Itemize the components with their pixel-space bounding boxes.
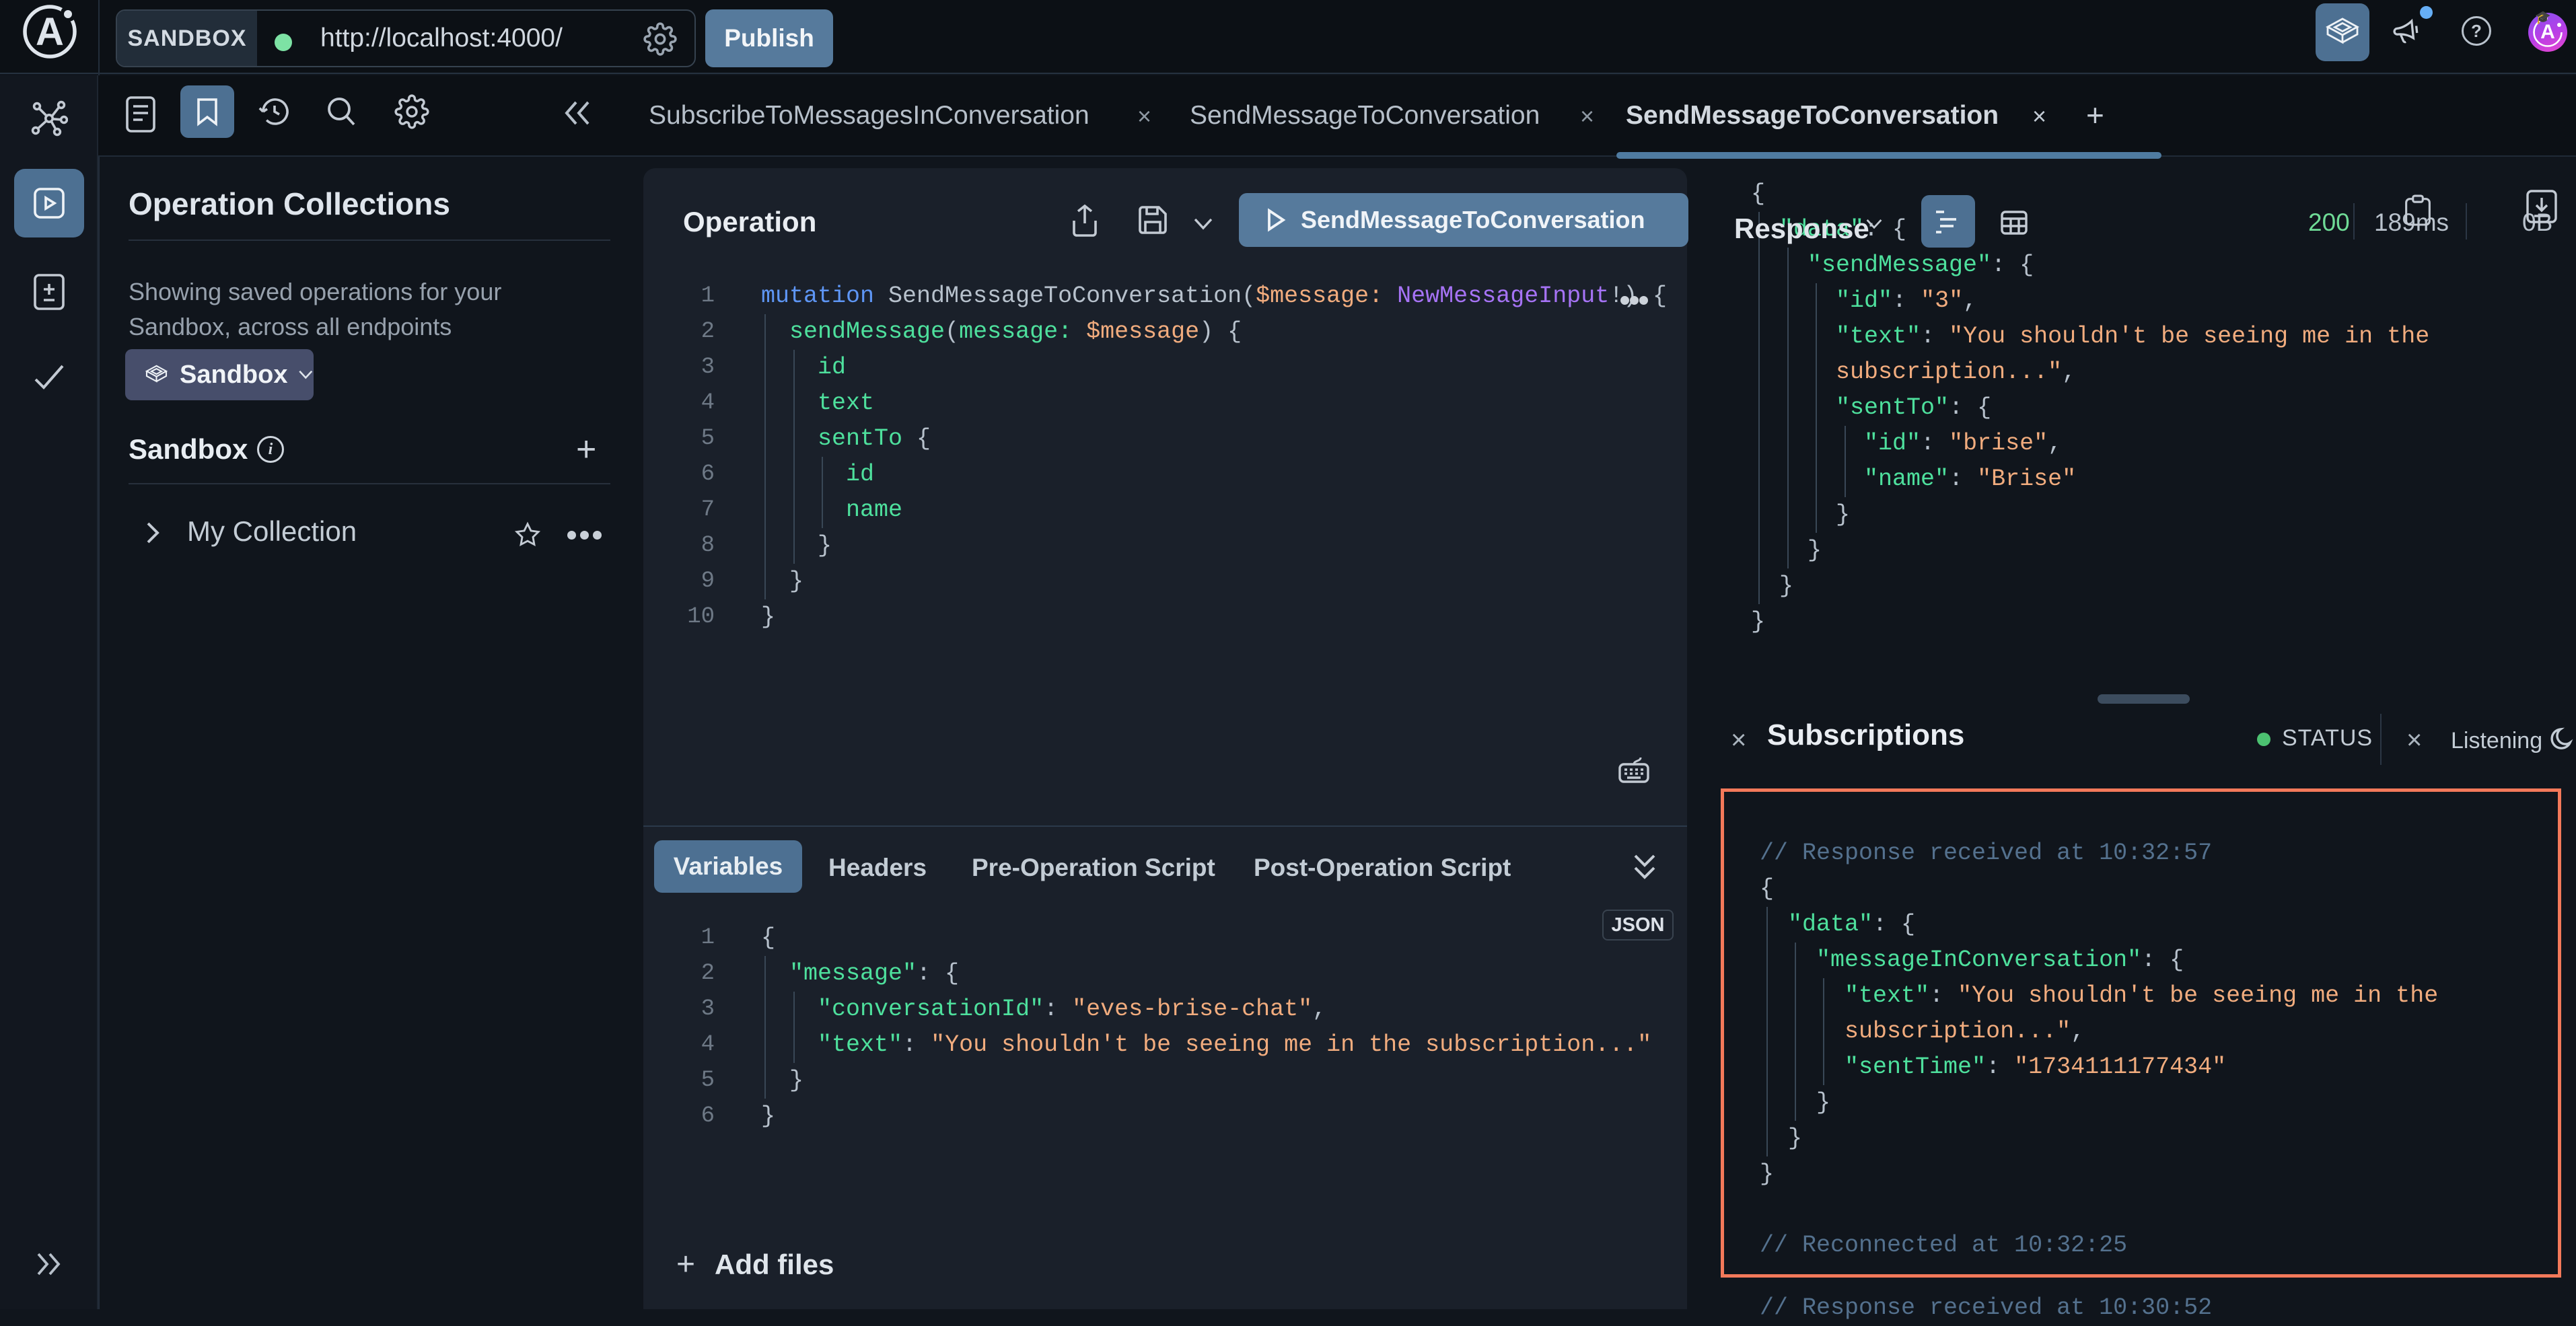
svg-text:A: A [36,10,64,54]
